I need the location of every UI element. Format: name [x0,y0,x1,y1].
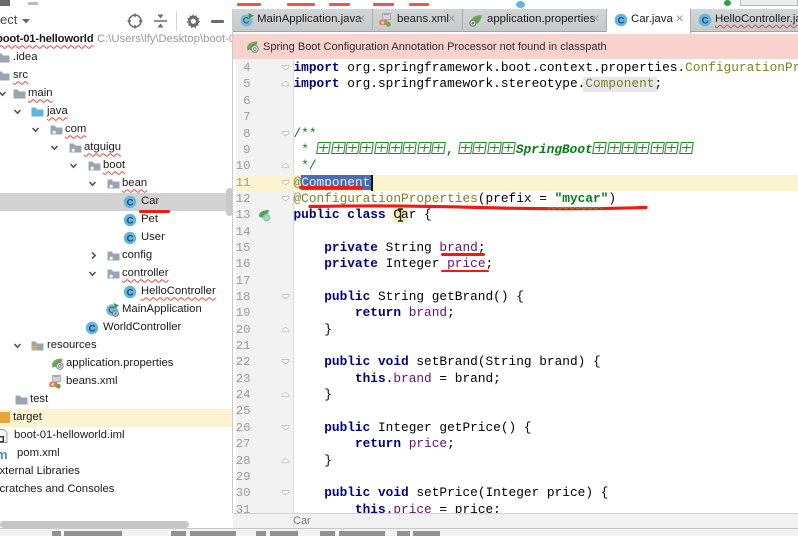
svg-text:C: C [702,15,709,26]
svg-text:C: C [89,323,96,334]
svg-text:C: C [127,287,134,298]
svg-text:C: C [243,15,250,25]
svg-text:C: C [127,197,134,208]
svg-text:C: C [618,15,625,26]
svg-text:C: C [127,233,134,244]
svg-text:C: C [127,215,134,226]
